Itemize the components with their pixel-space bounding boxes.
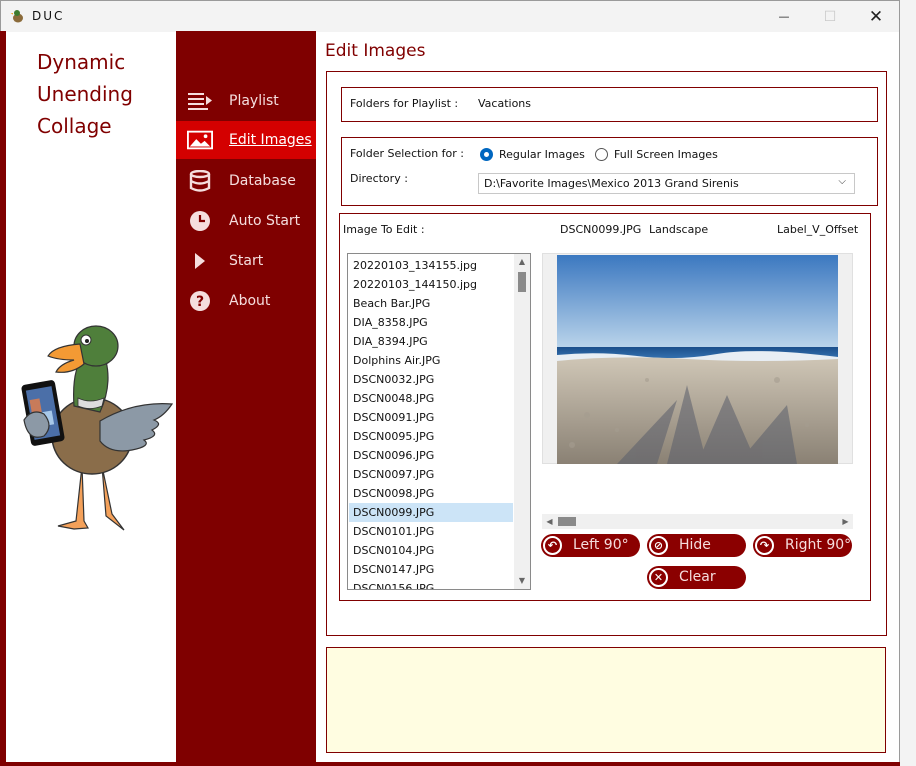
close-button[interactable]: ✕	[853, 1, 899, 32]
list-item[interactable]: DSCN0104.JPG	[349, 541, 513, 560]
regular-images-radio[interactable]	[480, 148, 493, 161]
label-v-offset: Label_V_Offset	[777, 223, 859, 236]
play-icon	[187, 250, 213, 272]
folder-selection-label: Folder Selection for :	[350, 147, 465, 160]
sidebar-item-label: Auto Start	[229, 213, 301, 229]
sidebar-item-label: About	[229, 293, 271, 309]
maximize-button[interactable]: ☐	[807, 1, 853, 32]
image-orientation: Landscape	[649, 223, 709, 236]
folders-for-playlist-label: Folders for Playlist :	[350, 97, 459, 110]
playlist-folders-value: Vacations	[478, 97, 532, 110]
list-item[interactable]: DSCN0096.JPG	[349, 446, 513, 465]
sidebar-item-auto-start[interactable]: Auto Start	[176, 202, 316, 240]
sidebar-nav: Playlist Edit Images Database Auto Start…	[176, 31, 316, 762]
list-item[interactable]: DSCN0091.JPG	[349, 408, 513, 427]
bottom-border	[0, 762, 900, 766]
sidebar-item-database[interactable]: Database	[176, 162, 316, 200]
clear-button[interactable]: ✕ Clear	[647, 566, 746, 589]
duck-mascot-image	[21, 325, 174, 531]
clock-icon	[187, 210, 213, 232]
playlist-icon	[187, 90, 213, 112]
sidebar-item-playlist[interactable]: Playlist	[176, 82, 316, 120]
rotate-left-label: Left 90°	[573, 537, 629, 553]
sidebar-item-label: Start	[229, 253, 264, 269]
rotate-right-button[interactable]: ↷ Right 90°	[753, 534, 852, 557]
sidebar-item-edit-images[interactable]: Edit Images	[176, 121, 316, 159]
sidebar-item-about[interactable]: ? About	[176, 282, 316, 320]
list-item[interactable]: DSCN0101.JPG	[349, 522, 513, 541]
duck-app-icon	[10, 10, 23, 23]
clear-x-icon: ✕	[649, 568, 668, 587]
list-item[interactable]: DSCN0156.JPG	[349, 579, 513, 589]
page-title: Edit Images	[325, 41, 426, 61]
help-icon: ?	[187, 290, 213, 312]
scrollbar-thumb[interactable]	[518, 272, 526, 292]
current-filename: DSCN0099.JPG	[560, 223, 642, 236]
minimize-button[interactable]: —	[761, 1, 807, 32]
scroll-up-arrow-icon[interactable]: ▲	[514, 254, 530, 270]
list-item[interactable]: DSCN0097.JPG	[349, 465, 513, 484]
database-icon	[187, 170, 213, 192]
list-item[interactable]: DSCN0099.JPG	[349, 503, 513, 522]
list-item[interactable]: 20220103_144150.jpg	[349, 275, 513, 294]
beach-photo	[557, 255, 838, 464]
list-item[interactable]: 20220103_134155.jpg	[349, 256, 513, 275]
sidebar-item-label: Playlist	[229, 93, 279, 109]
scroll-left-arrow-icon[interactable]: ◀	[542, 514, 557, 529]
logo-panel: Dynamic Unending Collage	[6, 36, 176, 762]
list-item[interactable]: DSCN0095.JPG	[349, 427, 513, 446]
directory-label: Directory :	[350, 172, 408, 185]
list-item[interactable]: DSCN0098.JPG	[349, 484, 513, 503]
image-horizontal-scrollbar[interactable]: ◀ ▶	[542, 514, 853, 529]
chevron-down-icon: ⌵	[838, 176, 846, 187]
image-to-edit-label: Image To Edit :	[343, 223, 425, 236]
hide-button[interactable]: ⊘ Hide	[647, 534, 746, 557]
app-logo-text: Dynamic Unending Collage	[37, 46, 133, 142]
sidebar-item-label: Database	[229, 173, 296, 189]
regular-images-label[interactable]: Regular Images	[499, 148, 585, 161]
logo-line: Dynamic	[37, 50, 126, 74]
scroll-right-arrow-icon[interactable]: ▶	[838, 514, 853, 529]
rotate-right-icon: ↷	[755, 536, 774, 555]
image-preview	[542, 253, 853, 464]
list-item[interactable]: DIA_8394.JPG	[349, 332, 513, 351]
full-screen-images-label[interactable]: Full Screen Images	[614, 148, 718, 161]
rotate-left-button[interactable]: ↶ Left 90°	[541, 534, 640, 557]
sidebar-item-start[interactable]: Start	[176, 242, 316, 280]
rotate-left-icon: ↶	[543, 536, 562, 555]
list-item[interactable]: Dolphins Air.JPG	[349, 351, 513, 370]
logo-line: Unending	[37, 82, 133, 106]
directory-select[interactable]: D:\Favorite Images\Mexico 2013 Grand Sir…	[478, 173, 855, 194]
title-bar: DUC — ☐ ✕	[1, 1, 899, 32]
clear-label: Clear	[679, 569, 716, 585]
image-icon	[187, 129, 213, 151]
window-title: DUC	[32, 9, 65, 23]
directory-value: D:\Favorite Images\Mexico 2013 Grand Sir…	[484, 177, 739, 190]
list-vertical-scrollbar[interactable]: ▲ ▼	[514, 254, 530, 589]
list-item[interactable]: Beach Bar.JPG	[349, 294, 513, 313]
full-screen-images-radio[interactable]	[595, 148, 608, 161]
scroll-down-arrow-icon[interactable]: ▼	[514, 573, 530, 589]
list-item[interactable]: DSCN0032.JPG	[349, 370, 513, 389]
rotate-right-label: Right 90°	[785, 537, 852, 553]
list-item[interactable]: DIA_8358.JPG	[349, 313, 513, 332]
status-notes-area	[326, 647, 886, 753]
image-file-list[interactable]: DSCN0156.JPG DSCN0147.JPG DSCN0104.JPG DSCN…	[347, 253, 531, 590]
svg-text:?: ?	[196, 294, 204, 310]
hide-label: Hide	[679, 537, 711, 553]
hide-eye-icon: ⊘	[649, 536, 668, 555]
list-item[interactable]: DSCN0147.JPG	[349, 560, 513, 579]
scrollbar-thumb[interactable]	[558, 517, 576, 526]
sidebar-item-label: Edit Images	[229, 132, 312, 148]
logo-line: Collage	[37, 114, 112, 138]
list-item[interactable]: DSCN0048.JPG	[349, 389, 513, 408]
